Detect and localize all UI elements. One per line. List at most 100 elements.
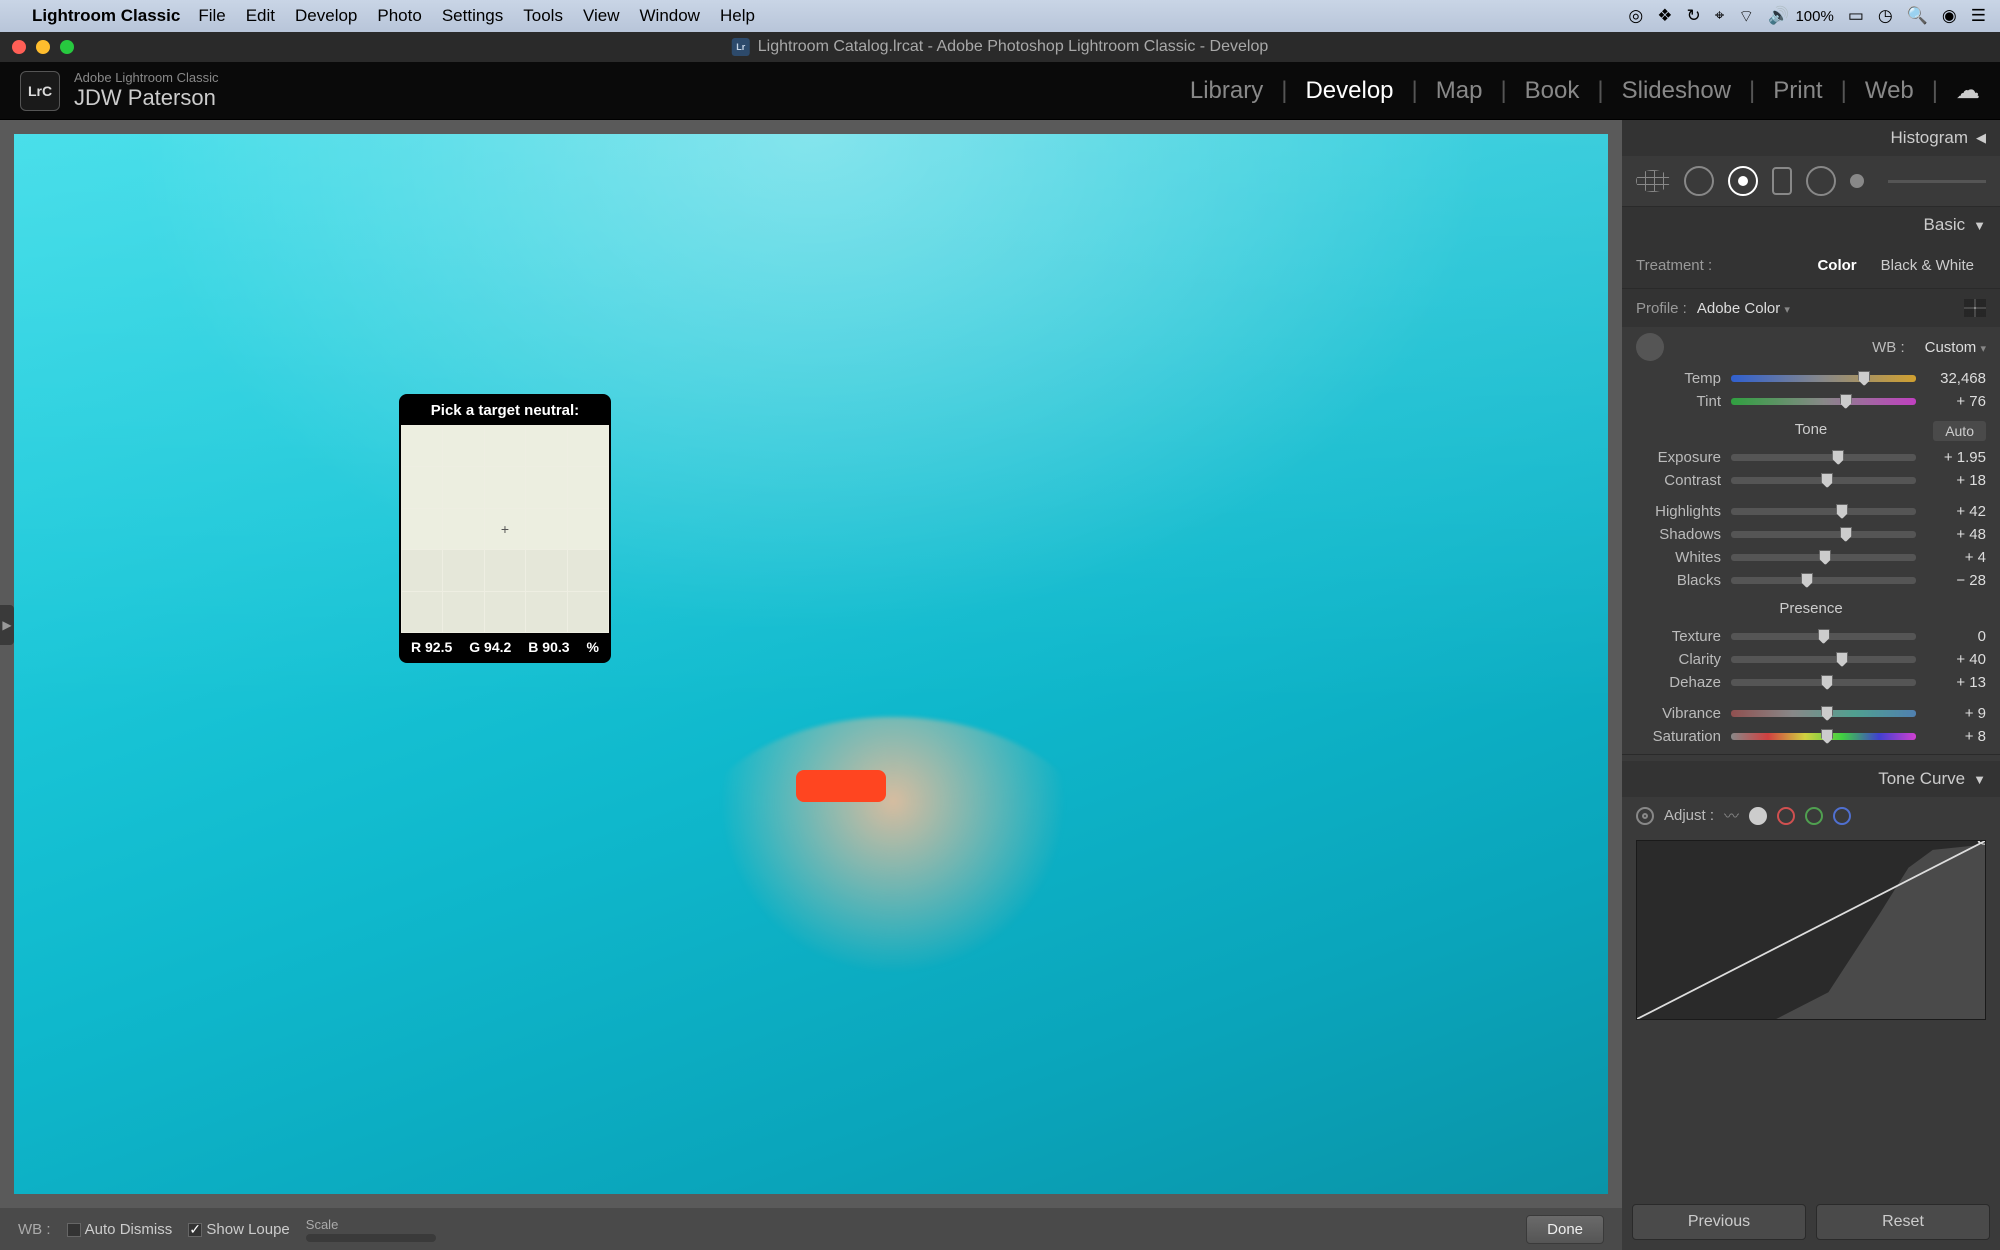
spotlight-icon[interactable]: 🔍 (1907, 6, 1928, 26)
done-button[interactable]: Done (1526, 1215, 1604, 1244)
tint-value[interactable]: + 76 (1926, 393, 1986, 410)
window-titlebar: Lr Lightroom Catalog.lrcat - Adobe Photo… (0, 32, 2000, 62)
left-panel-expand-tab[interactable]: ▶ (0, 605, 14, 645)
module-library[interactable]: Library (1172, 77, 1281, 105)
shadows-slider[interactable] (1731, 531, 1916, 538)
contrast-value[interactable]: + 18 (1926, 472, 1986, 489)
saturation-value[interactable]: + 8 (1926, 728, 1986, 745)
module-map[interactable]: Map (1418, 77, 1501, 105)
menu-settings[interactable]: Settings (442, 6, 503, 26)
curve-target-icon[interactable] (1636, 807, 1654, 825)
highlights-value[interactable]: + 42 (1926, 503, 1986, 520)
auto-dismiss-checkbox[interactable] (67, 1223, 81, 1237)
shield-icon[interactable]: ◎ (1628, 6, 1643, 26)
profile-dropdown[interactable]: Adobe Color ▾ (1697, 300, 1790, 317)
wb-loupe[interactable]: Pick a target neutral: R 92.5 G 94.2 B 9… (399, 394, 611, 663)
dehaze-slider[interactable] (1731, 679, 1916, 686)
scale-label: Scale (306, 1217, 339, 1232)
battery-icon[interactable]: ▭ (1848, 6, 1864, 26)
amount-slider[interactable] (1888, 180, 1986, 183)
whites-value[interactable]: + 4 (1926, 549, 1986, 566)
curve-channel-rgb[interactable] (1749, 807, 1767, 825)
photo-content (796, 770, 886, 802)
contrast-slider[interactable] (1731, 477, 1916, 484)
battery-percentage[interactable]: 100% (1795, 8, 1833, 25)
treatment-bw[interactable]: Black & White (1869, 253, 1986, 278)
curve-channel-red[interactable] (1777, 807, 1795, 825)
identity-plate[interactable]: Adobe Lightroom Classic JDW Paterson (74, 70, 219, 111)
basic-header[interactable]: Basic▼ (1622, 207, 2000, 243)
module-develop[interactable]: Develop (1287, 77, 1411, 105)
graduated-filter-tool-icon[interactable] (1772, 167, 1792, 195)
clarity-value[interactable]: + 40 (1926, 651, 1986, 668)
exposure-value[interactable]: + 1.95 (1926, 449, 1986, 466)
radial-filter-tool-icon[interactable] (1806, 166, 1836, 196)
brush-tool-icon[interactable] (1850, 174, 1864, 188)
menu-tools[interactable]: Tools (523, 6, 563, 26)
menu-edit[interactable]: Edit (246, 6, 275, 26)
wb-picker-icon[interactable] (1636, 333, 1664, 361)
clarity-slider[interactable] (1731, 656, 1916, 663)
auto-tone-button[interactable]: Auto (1933, 421, 1986, 441)
menu-view[interactable]: View (583, 6, 620, 26)
menu-file[interactable]: File (198, 6, 225, 26)
menubar-app-name[interactable]: Lightroom Classic (32, 6, 180, 26)
module-book[interactable]: Book (1507, 77, 1598, 105)
window-close-button[interactable] (12, 40, 26, 54)
histogram-header[interactable]: Histogram◀ (1622, 120, 2000, 156)
temp-slider[interactable] (1731, 375, 1916, 382)
texture-slider[interactable] (1731, 633, 1916, 640)
redeye-tool-icon[interactable] (1728, 166, 1758, 196)
saturation-slider[interactable] (1731, 733, 1916, 740)
menu-help[interactable]: Help (720, 6, 755, 26)
temp-value[interactable]: 32,468 (1926, 370, 1986, 387)
reset-button[interactable]: Reset (1816, 1204, 1990, 1240)
traffic-lights (12, 40, 74, 54)
treatment-color[interactable]: Color (1805, 253, 1868, 278)
show-loupe-checkbox[interactable] (188, 1223, 202, 1237)
blacks-slider[interactable] (1731, 577, 1916, 584)
wifi-icon[interactable]: ⌔ (1738, 6, 1754, 27)
photo-canvas[interactable]: Pick a target neutral: R 92.5 G 94.2 B 9… (14, 134, 1608, 1194)
wb-dropdown[interactable]: Custom ▾ (1925, 339, 1986, 356)
tone-curve-header[interactable]: Tone Curve▼ (1622, 761, 2000, 797)
window-minimize-button[interactable] (36, 40, 50, 54)
app-icon[interactable]: ❖ (1657, 6, 1672, 26)
volume-icon[interactable]: 🔊 (1768, 6, 1789, 26)
scale-slider[interactable] (306, 1234, 436, 1242)
curve-channel-green[interactable] (1805, 807, 1823, 825)
vibrance-slider[interactable] (1731, 710, 1916, 717)
spot-removal-tool-icon[interactable] (1684, 166, 1714, 196)
blacks-value[interactable]: − 28 (1926, 572, 1986, 589)
curve-channel-blue[interactable] (1833, 807, 1851, 825)
siri-icon[interactable]: ◉ (1942, 6, 1957, 26)
crop-tool-icon[interactable] (1636, 170, 1670, 192)
menu-window[interactable]: Window (640, 6, 700, 26)
clock-icon[interactable]: ◷ (1878, 6, 1893, 26)
menu-photo[interactable]: Photo (377, 6, 421, 26)
tone-curve-graph[interactable] (1636, 840, 1986, 1020)
profile-browser-icon[interactable] (1964, 299, 1986, 317)
tint-slider[interactable] (1731, 398, 1916, 405)
highlights-slider[interactable] (1731, 508, 1916, 515)
bluetooth-icon[interactable]: ⌖ (1715, 6, 1725, 26)
module-slideshow[interactable]: Slideshow (1604, 77, 1749, 105)
previous-button[interactable]: Previous (1632, 1204, 1806, 1240)
window-maximize-button[interactable] (60, 40, 74, 54)
module-print[interactable]: Print (1755, 77, 1840, 105)
develop-right-panel: Histogram◀ Basic▼ Treatment : Color Blac… (1622, 120, 2000, 1250)
dehaze-value[interactable]: + 13 (1926, 674, 1986, 691)
curve-type-icon[interactable]: 〰 (1724, 805, 1739, 826)
exposure-slider[interactable] (1731, 454, 1916, 461)
vibrance-value[interactable]: + 9 (1926, 705, 1986, 722)
control-center-icon[interactable]: ☰ (1971, 6, 1986, 26)
menu-develop[interactable]: Develop (295, 6, 357, 26)
show-loupe-label[interactable]: Show Loupe (206, 1221, 289, 1238)
texture-value[interactable]: 0 (1926, 628, 1986, 645)
cloud-sync-icon[interactable]: ☁ (1956, 76, 1980, 105)
shadows-value[interactable]: + 48 (1926, 526, 1986, 543)
auto-dismiss-label[interactable]: Auto Dismiss (85, 1221, 173, 1238)
module-web[interactable]: Web (1847, 77, 1932, 105)
time-machine-icon[interactable]: ↻ (1686, 6, 1700, 26)
whites-slider[interactable] (1731, 554, 1916, 561)
